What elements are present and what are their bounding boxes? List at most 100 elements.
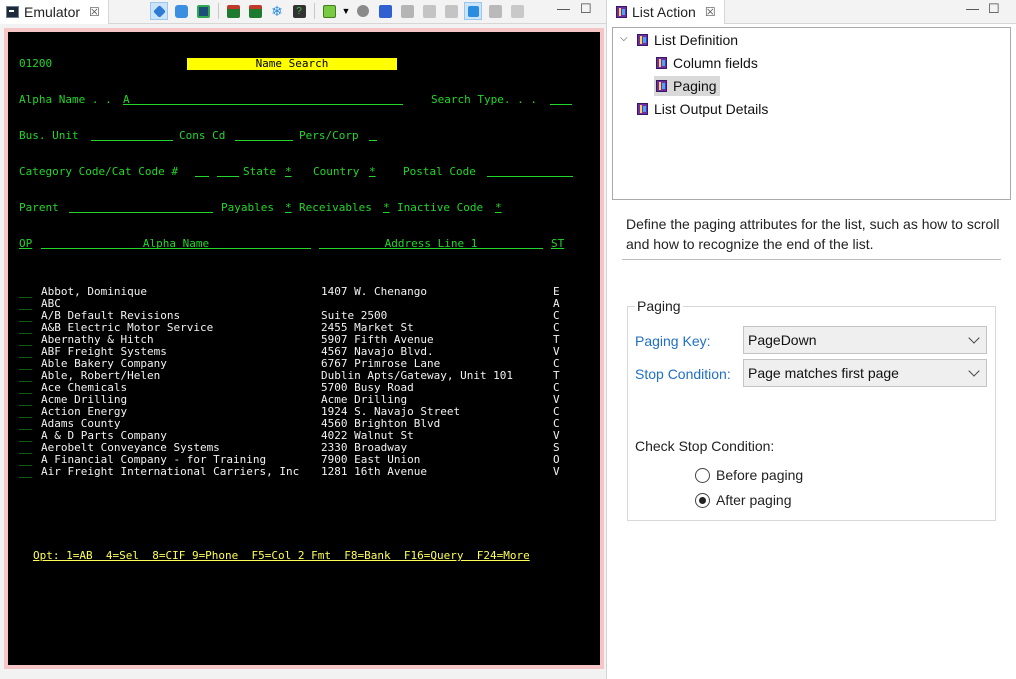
paging-group-title: Paging <box>635 298 683 314</box>
chevron-down-icon[interactable]: ⌵ <box>620 33 628 44</box>
parent-label: Parent <box>19 201 59 214</box>
screen-title: Name Search <box>187 58 397 70</box>
terminal-frame: 01200 Name Search Alpha Name . . A Search … <box>4 28 604 669</box>
postal-code-field[interactable] <box>487 166 573 177</box>
screen-capture-icon[interactable] <box>194 2 212 20</box>
snowflake-icon[interactable]: ❄ <box>268 2 286 20</box>
list-definition-icon <box>637 34 648 46</box>
postal-code-label: Postal Code <box>403 165 476 178</box>
stop-condition-label[interactable]: Stop Condition: <box>635 366 731 382</box>
tree-node-label: Column fields <box>673 55 758 71</box>
print-icon[interactable] <box>420 2 438 20</box>
row-alpha-name: Air Freight International Carriers, Inc <box>41 465 300 478</box>
list-action-tabbar: List Action ☒ — ☐ <box>610 0 1016 24</box>
divider <box>622 259 1001 260</box>
tree-node-list-output-details[interactable]: List Output Details <box>637 99 768 119</box>
pers-corp-label: Pers/Corp <box>299 129 359 142</box>
country-field[interactable]: * <box>369 166 376 178</box>
col-alpha-name-header: Alpha Name <box>41 238 311 250</box>
tree-node-column-fields[interactable]: Column fields <box>656 53 758 73</box>
search-type-field[interactable] <box>550 94 572 105</box>
cons-cd-label: Cons Cd <box>179 129 226 142</box>
category-field[interactable] <box>195 166 209 177</box>
radio-unchecked-icon <box>695 467 710 483</box>
program-id: 01200 <box>19 57 53 70</box>
paging-key-label[interactable]: Paging Key: <box>635 333 711 349</box>
alpha-name-field[interactable]: A <box>123 94 403 106</box>
inactive-code-label: Inactive Code <box>397 201 484 214</box>
check-stop-condition-label: Check Stop Condition: <box>635 438 775 454</box>
connect-icon[interactable] <box>150 2 168 20</box>
clipboard-icon[interactable] <box>508 2 526 20</box>
list-action-view: List Action ☒ — ☐ ⌵ List Definition Colu… <box>610 0 1016 679</box>
tree-node-paging[interactable]: Paging <box>654 76 720 96</box>
state-label: State <box>243 165 277 178</box>
paging-icon <box>656 80 667 92</box>
after-paging-label: After paging <box>716 492 792 508</box>
tree-node-list-definition[interactable]: List Definition <box>637 30 738 50</box>
state-field[interactable]: * <box>285 166 292 178</box>
stop-condition-select[interactable]: Page matches first page <box>743 359 987 387</box>
paging-key-select[interactable]: PageDown <box>743 326 987 354</box>
pers-corp-field[interactable] <box>369 130 377 141</box>
col-address-header: Address Line 1 <box>319 238 543 250</box>
stop-icon[interactable] <box>354 2 372 20</box>
tree-node-label: List Definition <box>654 32 739 48</box>
maximize-icon[interactable]: ☐ <box>988 1 1000 17</box>
row-address: 1407 W. Chenango <box>321 285 427 298</box>
table-row[interactable]: __ Air Freight International Carriers, In… <box>19 466 560 478</box>
paging-description: Define the paging attributes for the lis… <box>626 216 1000 252</box>
country-label: Country <box>313 165 360 178</box>
macro-icon[interactable] <box>320 2 338 20</box>
emulator-tab-label: Emulator <box>24 4 81 20</box>
toolbar-separator <box>314 3 315 19</box>
dropdown-arrow-icon[interactable]: ▼ <box>342 2 351 20</box>
list-action-tab[interactable]: List Action ☒ <box>610 0 725 24</box>
toolbar-separator <box>218 3 219 19</box>
row-op-field[interactable]: __ <box>19 466 32 478</box>
play-icon[interactable] <box>464 2 482 20</box>
category-label: Category Code/Cat Code # <box>19 165 178 178</box>
payables-field[interactable]: * <box>285 202 292 214</box>
emulator-view: Emulator ☒ ❄ ? ▼ — ☐ 01200 Name Search A… <box>0 0 607 679</box>
tree-node-label: List Output Details <box>654 101 769 117</box>
before-paging-radio[interactable]: Before paging <box>695 467 803 483</box>
after-paging-radio[interactable]: After paging <box>695 492 792 508</box>
row-address: 1281 16th Avenue <box>321 465 427 478</box>
export-icon[interactable] <box>398 2 416 20</box>
list-action-tab-label: List Action <box>632 4 696 20</box>
cons-cd-field[interactable] <box>235 130 293 141</box>
row-st: V <box>553 465 560 478</box>
stop-condition-value: Page matches first page <box>748 365 899 381</box>
navigate-icon[interactable] <box>486 2 504 20</box>
before-paging-label: Before paging <box>716 467 804 483</box>
chevron-down-icon <box>968 365 980 377</box>
record-icon[interactable] <box>376 2 394 20</box>
minimize-icon[interactable]: — <box>557 1 570 16</box>
function-keys-line: Opt: 1=AB 4=Sel 8=CIF 9=Phone F5=Col 2 F… <box>33 549 530 562</box>
result-rows: __ Abbot, Dominique 1407 W. Chenango E __ ABC… <box>19 286 560 478</box>
list-action-icon <box>616 6 627 18</box>
screen-list-icon[interactable] <box>224 2 242 20</box>
receivables-label: Receivables <box>299 201 372 214</box>
list-output-details-icon <box>637 103 648 115</box>
cat-code-field[interactable] <box>217 166 239 177</box>
close-icon[interactable]: ☒ <box>89 5 100 19</box>
copy-icon[interactable] <box>442 2 460 20</box>
inactive-code-field[interactable]: * <box>495 202 502 214</box>
close-icon[interactable]: ☒ <box>705 5 716 19</box>
paging-key-value: PageDown <box>748 332 817 348</box>
bus-unit-label: Bus. Unit <box>19 129 79 142</box>
help-icon[interactable]: ? <box>290 2 308 20</box>
tree-node-label: Paging <box>673 78 717 94</box>
parent-field[interactable] <box>69 202 213 213</box>
maximize-icon[interactable]: ☐ <box>580 1 592 17</box>
terminal-icon <box>6 6 19 18</box>
terminal-screen[interactable]: 01200 Name Search Alpha Name . . A Search … <box>8 32 600 665</box>
receivables-field[interactable]: * <box>383 202 390 214</box>
camera-icon[interactable] <box>172 2 190 20</box>
screen-list-add-icon[interactable] <box>246 2 264 20</box>
minimize-icon[interactable]: — <box>966 1 979 16</box>
bus-unit-field[interactable] <box>91 130 173 141</box>
emulator-tab[interactable]: Emulator ☒ <box>0 0 109 24</box>
